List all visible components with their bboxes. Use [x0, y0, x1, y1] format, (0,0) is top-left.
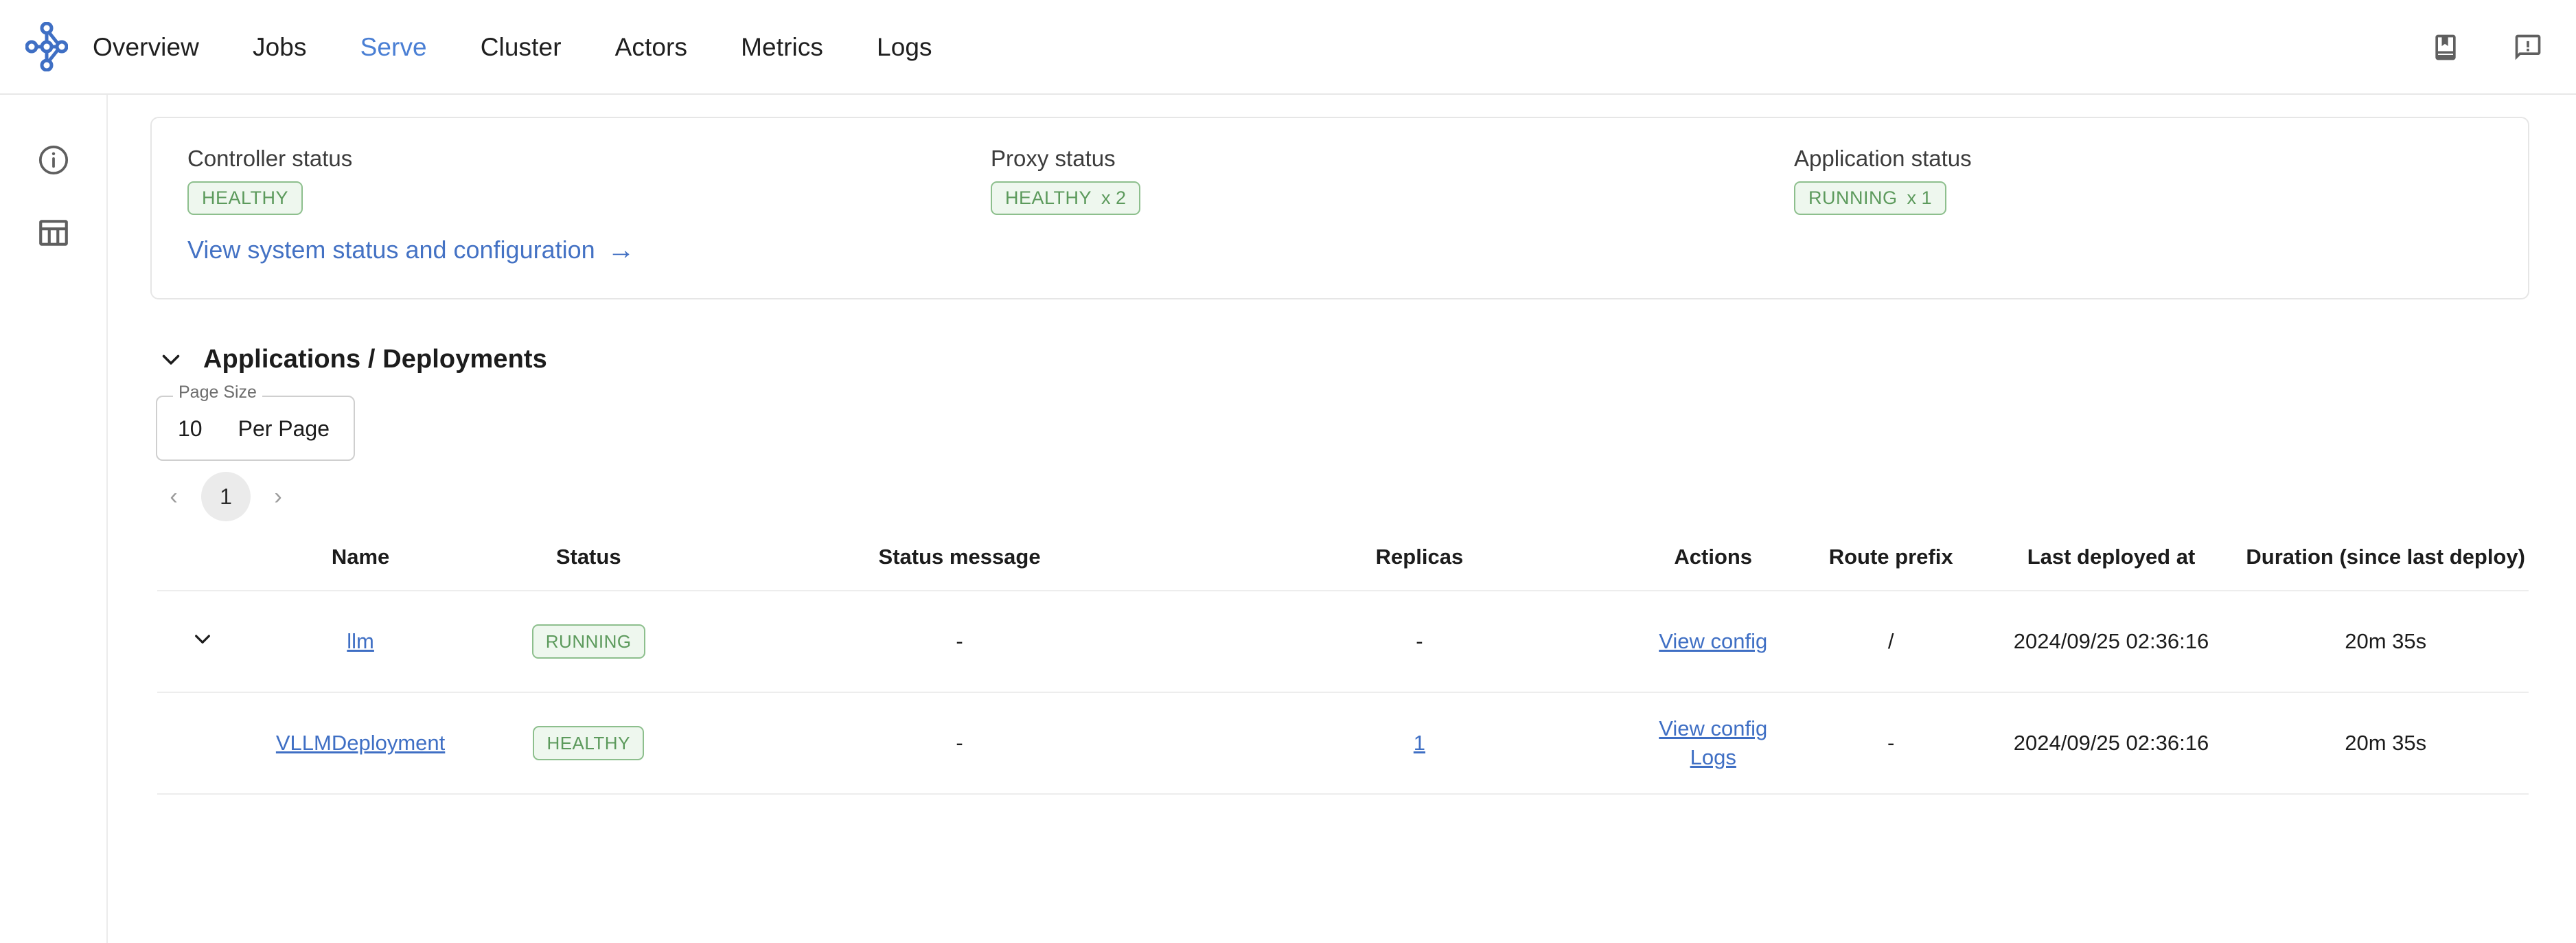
nav-tab-list: Overview Jobs Serve Cluster Actors Metri…	[93, 0, 986, 93]
chevron-down-icon-glyph	[162, 354, 180, 365]
arrow-right-icon: →	[607, 235, 635, 265]
view-system-status-link-label: View system status and configuration	[187, 236, 595, 264]
table-icon-glyph	[38, 220, 68, 246]
applications-section-header: Applications / Deployments	[157, 345, 2564, 374]
tab-overview[interactable]: Overview	[93, 34, 199, 60]
col-header-last-deployed-at: Last deployed at	[2027, 545, 2196, 569]
row-actions-cell: View config Logs	[1624, 692, 1802, 795]
book-icon-glyph	[2435, 34, 2456, 60]
page-size-input[interactable]: 10 Per Page	[156, 396, 355, 461]
deployments-table: Name Status Status message Replicas Acti…	[157, 545, 2529, 795]
application-status-badge-text: RUNNING	[1808, 188, 1898, 208]
page-size-value: 10	[178, 416, 203, 441]
application-status-label: Application status	[1794, 146, 1972, 171]
page-size-control: Page Size 10 Per Page	[156, 384, 355, 461]
ray-logo-icon	[25, 22, 68, 71]
row-replicas-cell: -	[1215, 590, 1624, 692]
row-duration-cell: 20m 35s	[2242, 692, 2529, 795]
row-last-deployed-cell: 2024/09/25 02:36:16	[1979, 590, 2243, 692]
tab-logs[interactable]: Logs	[877, 34, 932, 60]
row-status-cell: HEALTHY	[472, 692, 705, 795]
row-name-cell: VLLMDeployment	[248, 692, 473, 795]
view-config-link[interactable]: View config	[1624, 714, 1802, 743]
controller-status-badge: HEALTHY	[187, 181, 303, 215]
row-status-message-cell: -	[704, 590, 1215, 692]
row-status-message-cell: -	[704, 692, 1215, 795]
applications-deployments-section: Applications / Deployments Page Size 10 …	[150, 345, 2564, 795]
tab-jobs[interactable]: Jobs	[253, 34, 307, 60]
col-header-expand	[157, 545, 249, 591]
table-view-icon[interactable]	[30, 209, 78, 257]
status-summary-row: Controller status HEALTHY Proxy status H…	[187, 147, 2492, 228]
col-header-route-prefix: Route prefix	[1828, 545, 1953, 569]
proxy-status-badge: HEALTHY x 2	[991, 181, 1141, 215]
application-link-llm[interactable]: llm	[347, 629, 374, 653]
view-config-link[interactable]: View config	[1624, 627, 1802, 656]
nav-right-actions	[2429, 0, 2544, 95]
view-system-status-link[interactable]: View system status and configuration →	[187, 236, 635, 264]
applications-section-title: Applications / Deployments	[203, 345, 547, 374]
col-header-actions: Actions	[1674, 545, 1753, 569]
left-rail	[0, 95, 108, 943]
controller-status-label: Controller status	[187, 146, 353, 171]
tab-cluster[interactable]: Cluster	[481, 34, 562, 60]
col-header-name: Name	[331, 545, 390, 569]
comment-alert-icon-glyph	[2515, 34, 2541, 60]
pagination-prev-button[interactable]: ‹	[150, 473, 197, 520]
tab-actors[interactable]: Actors	[615, 34, 687, 60]
col-header-status-message: Status message	[878, 545, 1041, 569]
row-status-badge: HEALTHY	[533, 726, 644, 760]
col-header-replicas: Replicas	[1375, 545, 1464, 569]
proxy-status-block: Proxy status HEALTHY x 2	[991, 146, 1141, 215]
deployments-table-body: llm RUNNING - - View config / 2024/09/25…	[157, 590, 2529, 795]
row-route-prefix-cell: /	[1802, 590, 1980, 692]
feedback-alert-icon[interactable]	[2511, 31, 2544, 64]
info-icon[interactable]	[30, 136, 78, 184]
row-expand-toggle[interactable]	[157, 590, 249, 692]
row-duration-cell: 20m 35s	[2242, 590, 2529, 692]
proxy-status-badge-count: x 2	[1101, 188, 1127, 208]
page-size-unit-label: Per Page	[238, 416, 330, 441]
info-icon-glyph	[38, 145, 68, 175]
row-last-deployed-cell: 2024/09/25 02:36:16	[1979, 692, 2243, 795]
row-status-badge: RUNNING	[531, 624, 645, 659]
replicas-link[interactable]: 1	[1414, 731, 1425, 755]
row-route-prefix-cell: -	[1802, 692, 1980, 795]
col-header-duration: Duration (since last deploy)	[2246, 545, 2525, 569]
deployments-table-head: Name Status Status message Replicas Acti…	[157, 545, 2529, 591]
pagination-next-button[interactable]: ›	[255, 473, 301, 520]
proxy-status-label: Proxy status	[991, 146, 1116, 171]
row-name-cell: llm	[248, 590, 473, 692]
page-size-legend: Page Size	[173, 384, 262, 401]
table-row: VLLMDeployment HEALTHY - 1 View config L…	[157, 692, 2529, 795]
top-navigation-bar: Overview Jobs Serve Cluster Actors Metri…	[0, 0, 2576, 95]
application-status-block: Application status RUNNING x 1	[1794, 147, 1972, 215]
tab-serve[interactable]: Serve	[360, 34, 427, 60]
row-status-cell: RUNNING	[472, 590, 705, 692]
ray-logo[interactable]	[0, 22, 93, 71]
pagination-page-1[interactable]: 1	[201, 472, 251, 521]
controller-status-block: Controller status HEALTHY	[187, 147, 352, 215]
chevron-down-icon	[195, 635, 211, 644]
controller-status-badge-text: HEALTHY	[202, 188, 289, 208]
application-status-badge-count: x 1	[1907, 188, 1932, 208]
col-header-status: Status	[555, 545, 621, 569]
tab-metrics[interactable]: Metrics	[741, 34, 823, 60]
table-header-row: Name Status Status message Replicas Acti…	[157, 545, 2529, 591]
row-expand-placeholder	[157, 692, 249, 795]
row-replicas-cell: 1	[1215, 692, 1624, 795]
pagination-control: ‹ 1 ›	[150, 472, 2564, 521]
serve-system-status-card: Controller status HEALTHY Proxy status H…	[150, 117, 2529, 299]
chevron-down-icon[interactable]	[157, 345, 185, 374]
proxy-status-badge-text: HEALTHY	[1005, 188, 1092, 208]
application-status-badge: RUNNING x 1	[1794, 181, 1946, 215]
ray-dashboard-serve-page: Overview Jobs Serve Cluster Actors Metri…	[0, 0, 2576, 943]
logs-link[interactable]: Logs	[1624, 743, 1802, 772]
table-row: llm RUNNING - - View config / 2024/09/25…	[157, 590, 2529, 692]
deployment-link-vllmdeployment[interactable]: VLLMDeployment	[276, 731, 445, 755]
main-content: Controller status HEALTHY Proxy status H…	[108, 95, 2576, 943]
documentation-book-icon[interactable]	[2429, 31, 2462, 64]
row-actions-cell: View config	[1624, 590, 1802, 692]
